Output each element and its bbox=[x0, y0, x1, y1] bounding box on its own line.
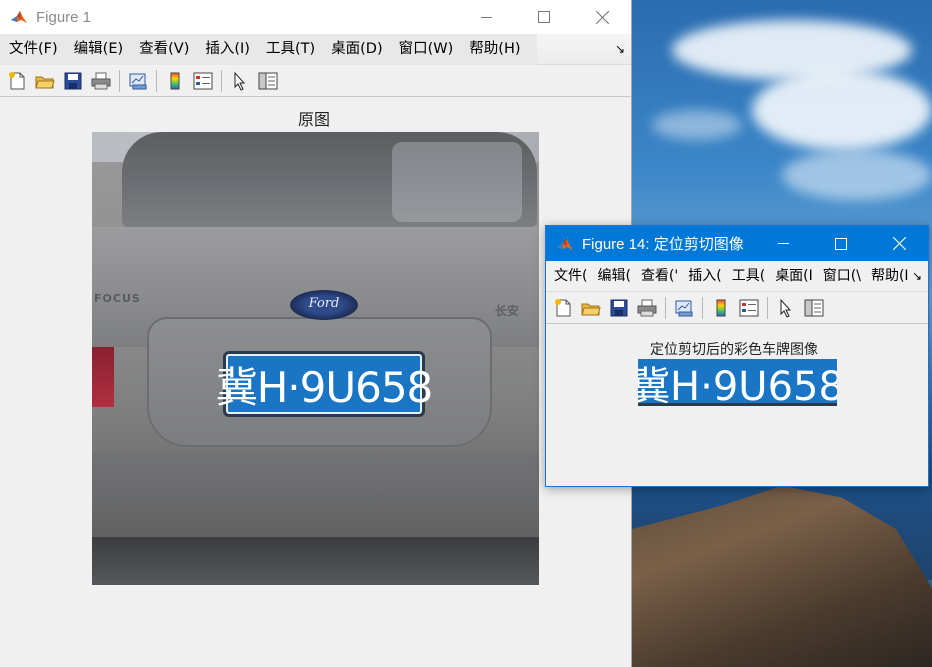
menu-tools[interactable]: 工具(T) bbox=[258, 34, 323, 65]
menu-desktop[interactable]: 桌面(I bbox=[770, 261, 818, 292]
toolbar-separator bbox=[119, 69, 120, 92]
toolbar-separator bbox=[702, 296, 703, 319]
close-button[interactable] bbox=[573, 0, 631, 34]
menu-desktop[interactable]: 桌面(D) bbox=[323, 34, 390, 65]
maximize-icon bbox=[538, 11, 550, 23]
figure14-toolbar bbox=[546, 292, 928, 324]
colorbar-icon[interactable] bbox=[163, 69, 187, 93]
menu-help[interactable]: 帮助(I bbox=[866, 261, 914, 292]
close-icon bbox=[892, 237, 906, 250]
axes-title: 原图 bbox=[298, 110, 331, 129]
maker-emblem: 长安 bbox=[495, 304, 520, 318]
open-file-icon[interactable] bbox=[33, 69, 57, 93]
colorbar-icon[interactable] bbox=[709, 296, 733, 320]
save-icon[interactable] bbox=[61, 69, 85, 93]
road bbox=[92, 537, 539, 585]
license-plate: 冀H·9U658 bbox=[638, 359, 837, 406]
matlab-icon bbox=[556, 235, 574, 253]
menu-view[interactable]: 查看(V) bbox=[131, 34, 197, 65]
car-rear-image: FOCUS 长安 Ford 冀H·9U658 bbox=[92, 132, 539, 585]
legend-icon[interactable] bbox=[191, 69, 215, 93]
minimize-button[interactable] bbox=[457, 0, 515, 34]
model-emblem: FOCUS bbox=[94, 292, 141, 305]
figure1-canvas: 原图 FOCUS 长安 Ford 冀H·9U658 bbox=[0, 98, 631, 667]
new-figure-icon[interactable] bbox=[5, 69, 29, 93]
figure1-window: Figure 1 文件(F) 编辑(E) 查看(V) 插入(I) 工具(T) 桌… bbox=[0, 0, 632, 667]
menu-edit[interactable]: 编辑( bbox=[592, 261, 635, 292]
menu-overflow-icon[interactable]: ↘ bbox=[615, 34, 625, 65]
menu-file[interactable]: 文件(F) bbox=[0, 34, 66, 65]
close-button[interactable] bbox=[870, 226, 928, 261]
figure1-toolbar bbox=[0, 65, 631, 97]
close-icon bbox=[595, 10, 609, 24]
figure1-menubar: 文件(F) 编辑(E) 查看(V) 插入(I) 工具(T) 桌面(D) 窗口(W… bbox=[0, 33, 631, 65]
windshield-reflection bbox=[392, 142, 522, 222]
menu-tools[interactable]: 工具( bbox=[727, 261, 770, 292]
open-file-icon[interactable] bbox=[579, 296, 603, 320]
menu-view[interactable]: 查看(' bbox=[636, 261, 683, 292]
minimize-button[interactable] bbox=[754, 226, 812, 261]
window-title: Figure 14: 定位剪切图像 bbox=[582, 236, 744, 253]
link-plot-icon[interactable] bbox=[672, 296, 696, 320]
menu-window[interactable]: 窗口(W) bbox=[391, 34, 462, 65]
tail-light bbox=[92, 347, 114, 407]
property-editor-icon[interactable] bbox=[256, 69, 280, 93]
brand-logo-text: Ford bbox=[308, 296, 340, 311]
rock-cliff bbox=[632, 485, 932, 667]
matlab-icon bbox=[10, 8, 28, 26]
figure14-titlebar[interactable]: Figure 14: 定位剪切图像 bbox=[546, 226, 928, 261]
window-title: Figure 1 bbox=[36, 8, 92, 26]
figure1-titlebar[interactable]: Figure 1 bbox=[0, 0, 631, 34]
figure14-canvas: 定位剪切后的彩色车牌图像 冀H·9U658 bbox=[546, 326, 928, 486]
cropped-plate-image: 冀H·9U658 bbox=[638, 359, 837, 406]
license-plate: 冀H·9U658 bbox=[216, 354, 433, 414]
cloud bbox=[652, 110, 742, 140]
new-figure-icon[interactable] bbox=[551, 296, 575, 320]
print-icon[interactable] bbox=[89, 69, 113, 93]
menu-file[interactable]: 文件( bbox=[546, 261, 592, 292]
save-icon[interactable] bbox=[607, 296, 631, 320]
select-arrow-icon[interactable] bbox=[228, 69, 252, 93]
toolbar-separator bbox=[221, 69, 222, 92]
maximize-icon bbox=[835, 237, 847, 250]
toolbar-separator bbox=[767, 296, 768, 319]
maximize-button[interactable] bbox=[515, 0, 573, 34]
menu-insert[interactable]: 插入(I) bbox=[197, 34, 258, 65]
cloud bbox=[672, 20, 912, 80]
legend-icon[interactable] bbox=[737, 296, 761, 320]
brand-logo: Ford bbox=[290, 290, 358, 320]
cloud bbox=[782, 150, 932, 200]
plate-frame-edge bbox=[638, 403, 837, 406]
menu-window[interactable]: 窗口(\ bbox=[818, 261, 866, 292]
toolbar-separator bbox=[156, 69, 157, 92]
toolbar-separator bbox=[665, 296, 666, 319]
select-arrow-icon[interactable] bbox=[774, 296, 798, 320]
link-plot-icon[interactable] bbox=[126, 69, 150, 93]
print-icon[interactable] bbox=[635, 296, 659, 320]
property-editor-icon[interactable] bbox=[802, 296, 826, 320]
minimize-icon bbox=[480, 16, 492, 18]
axes-title: 定位剪切后的彩色车牌图像 bbox=[650, 342, 818, 358]
minimize-icon bbox=[777, 243, 789, 244]
figure14-menubar: 文件( 编辑( 查看(' 插入( 工具( 桌面(I 窗口(\ 帮助(I ↘ bbox=[546, 261, 928, 292]
maximize-button[interactable] bbox=[812, 226, 870, 261]
menu-help[interactable]: 帮助(H) bbox=[461, 34, 528, 65]
menu-insert[interactable]: 插入( bbox=[683, 261, 726, 292]
menu-edit[interactable]: 编辑(E) bbox=[66, 34, 131, 65]
menu-overflow-icon[interactable]: ↘ bbox=[912, 261, 922, 292]
cloud bbox=[752, 70, 932, 150]
figure14-window: Figure 14: 定位剪切图像 文件( 编辑( 查看(' 插入( 工具( 桌… bbox=[545, 225, 929, 487]
